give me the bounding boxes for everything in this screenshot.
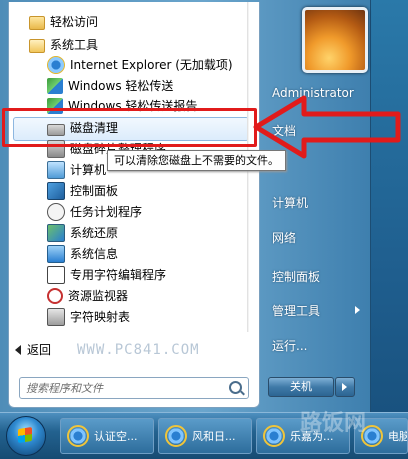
back-button[interactable]: 返回 [15,340,51,360]
internet-explorer-icon [47,56,65,74]
admin-tools-link[interactable]: 管理工具 [272,302,320,319]
shutdown-button[interactable]: 关机 [268,377,334,397]
search-icon [229,381,242,394]
search-input[interactable]: 搜索程序和文件 [19,377,249,399]
program-item-label: 系统信息 [70,247,119,261]
internet-explorer-icon [165,425,187,447]
control-panel-icon [47,182,65,200]
corner-watermark: 路饭网 [300,411,367,436]
taskbar-item-label: 风和日... [192,430,236,443]
program-item-label: 计算机 [70,163,107,177]
user-avatar[interactable] [302,7,368,73]
taskbar-item-1[interactable]: 认证空... [60,418,154,454]
taskbar-item-2[interactable]: 风和日... [158,418,252,454]
program-item-ie-no-addons[interactable]: Internet Explorer (无加载项) [47,55,233,75]
resource-monitor-icon [47,288,63,304]
run-link[interactable]: 运行... [272,337,307,354]
program-item-label: 控制面板 [70,184,119,198]
program-item-label: Windows 轻松传送 [68,79,174,93]
control-panel-link[interactable]: 控制面板 [272,268,320,285]
program-item-label: 系统工具 [50,38,99,52]
search-placeholder: 搜索程序和文件 [26,382,103,395]
taskbar-item-label: 电脑 [388,430,408,443]
start-menu: 轻松访问 系统工具 Internet Explorer (无加载项) Windo… [0,0,371,412]
program-item-char-editor[interactable]: 专用字符编辑程序 [47,265,166,285]
program-item-computer[interactable]: 计算机 [47,160,106,180]
program-item-task-scheduler[interactable]: 任务计划程序 [47,202,142,222]
char-editor-icon [47,266,65,284]
back-label: 返回 [27,343,52,357]
back-arrow-icon [15,345,21,355]
start-button[interactable] [6,416,46,456]
system-info-icon [47,245,65,263]
site-watermark: WWW.PC841.COM [77,342,200,358]
program-item-resource-monitor[interactable]: 资源监视器 [47,286,128,306]
internet-explorer-icon [67,425,89,447]
computer-icon [47,161,65,179]
folder-icon [29,16,45,30]
program-item-easy-access[interactable]: 轻松访问 [29,12,98,32]
program-item-label: Internet Explorer (无加载项) [70,58,233,72]
network-link[interactable]: 网络 [272,229,296,246]
submenu-arrow-icon [355,306,360,314]
program-item-control-panel[interactable]: 控制面板 [47,181,118,201]
folder-open-icon [29,39,45,53]
computer-link[interactable]: 计算机 [272,194,308,211]
program-item-label: 资源监视器 [68,289,129,303]
program-item-label: 字符映射表 [70,310,131,324]
internet-explorer-icon [263,425,285,447]
program-item-char-map[interactable]: 字符映射表 [47,307,130,327]
program-item-easy-transfer[interactable]: Windows 轻松传送 [47,76,173,96]
easy-transfer-icon [47,78,63,94]
taskbar-item-label: 认证空... [94,430,138,443]
program-item-label: 任务计划程序 [70,205,143,219]
char-map-icon [47,308,65,326]
shutdown-options-button[interactable] [335,377,355,397]
annotation-arrow-icon [253,95,401,159]
annotation-highlight-box [2,108,257,147]
program-item-label: 专用字符编辑程序 [70,268,167,282]
task-scheduler-icon [47,203,65,221]
program-item-label: 轻松访问 [50,15,99,29]
program-item-system-restore[interactable]: 系统还原 [47,223,118,243]
program-item-system-info[interactable]: 系统信息 [47,244,118,264]
program-item-system-tools[interactable]: 系统工具 [29,35,98,55]
program-item-label: 系统还原 [70,226,119,240]
system-restore-icon [47,224,65,242]
programs-panel: 轻松访问 系统工具 Internet Explorer (无加载项) Windo… [8,2,260,408]
